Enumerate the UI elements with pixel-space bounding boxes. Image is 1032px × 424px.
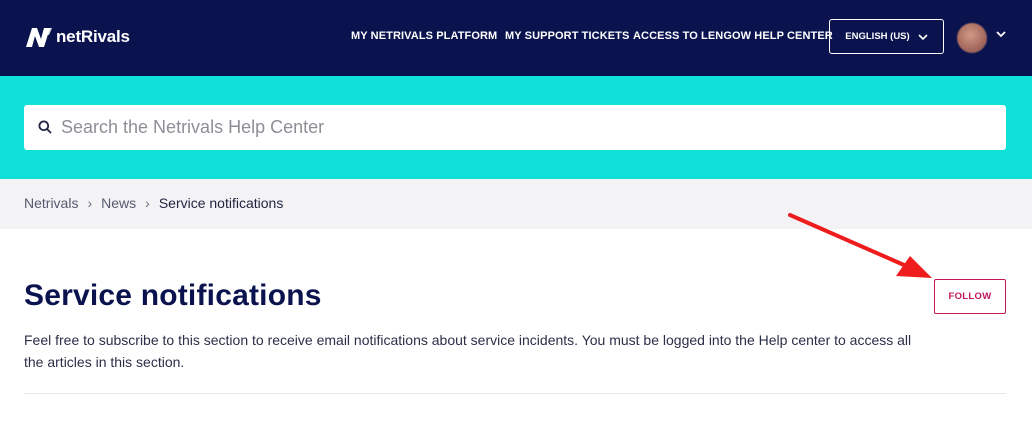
breadcrumb-current: Service notifications <box>158 195 284 211</box>
language-selector[interactable]: ENGLISH (US) <box>829 19 944 54</box>
nav-my-netrivals-platform[interactable]: MY NETRIVALS PLATFORM <box>351 30 497 42</box>
user-menu-chevron-icon[interactable] <box>995 30 1007 38</box>
divider <box>24 393 1006 394</box>
search-input[interactable] <box>61 105 991 150</box>
top-header: netRivals MY NETRIVALS PLATFORM MY SUPPO… <box>0 0 1032 76</box>
breadcrumb-separator: › <box>87 195 93 211</box>
breadcrumb: Netrivals › News › Service notifications <box>24 195 283 211</box>
search-icon <box>38 120 52 134</box>
logo-text: netRivals <box>56 27 130 46</box>
page-title: Service notifications <box>24 279 322 312</box>
annotation-arrow-icon <box>788 213 932 278</box>
chevron-down-icon <box>918 33 928 40</box>
breadcrumb-separator: › <box>145 195 150 211</box>
netrivals-logo-icon <box>26 28 52 47</box>
nav-lengow-help-center[interactable]: ACCESS TO LENGOW HELP CENTER <box>633 30 833 42</box>
breadcrumb-news[interactable]: News <box>101 195 136 211</box>
section-description: Feel free to subscribe to this section t… <box>24 332 912 370</box>
search-box <box>24 105 1006 150</box>
breadcrumb-netrivals[interactable]: Netrivals <box>24 195 78 211</box>
user-avatar[interactable] <box>957 23 987 53</box>
netrivals-logo[interactable]: netRivals <box>24 26 130 48</box>
language-label: ENGLISH (US) <box>845 31 910 42</box>
follow-button[interactable]: FOLLOW <box>934 279 1006 314</box>
nav-my-support-tickets[interactable]: MY SUPPORT TICKETS <box>505 30 629 42</box>
